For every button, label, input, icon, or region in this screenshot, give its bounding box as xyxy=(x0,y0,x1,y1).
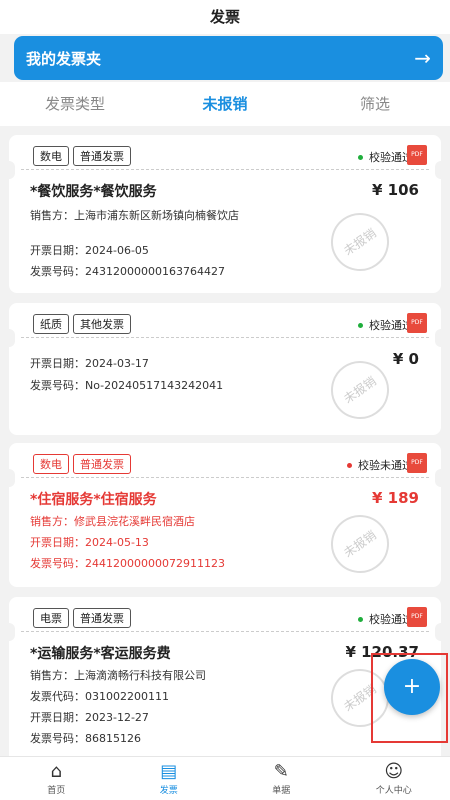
tab-unreimbursed[interactable]: 未报销 xyxy=(150,82,300,126)
invoice-icon: ▤ xyxy=(160,761,178,782)
invoice-card[interactable]: 数电 普通发票 校验通过 PDF *餐饮服务*餐饮服务 ¥ 106 销售方：上海… xyxy=(3,135,447,293)
pdf-icon[interactable]: PDF xyxy=(407,313,427,333)
card-notch xyxy=(3,329,15,347)
invoice-tag: 电票 xyxy=(33,608,69,628)
home-icon: ⌂ xyxy=(50,761,62,782)
tab-documents[interactable]: ✎ 单据 xyxy=(225,757,338,800)
pdf-icon[interactable]: PDF xyxy=(407,453,427,473)
number-line: 发票号码：24312000000163764427 xyxy=(30,265,225,278)
status-dot-icon xyxy=(358,616,363,622)
invoice-amount: ¥ 0 xyxy=(392,350,419,368)
tab-label: 单据 xyxy=(272,786,291,796)
status-badge: 校验通过 xyxy=(358,149,413,165)
number-line: 发票号码：86815126 xyxy=(30,732,141,745)
my-invoice-folder-button[interactable]: 我的发票夹 → xyxy=(14,36,443,80)
invoice-card[interactable]: 纸质 其他发票 校验通过 PDF ¥ 0 开票日期：2024-03-17 发票号… xyxy=(3,303,447,435)
status-dot-icon xyxy=(358,322,363,328)
number-line: 发票号码：24412000000072911123 xyxy=(30,557,225,570)
number-line: 发票号码：No-20240517143242041 xyxy=(30,379,224,392)
tab-profile[interactable]: ☺ 个人中心 xyxy=(338,757,450,800)
status-dot-icon xyxy=(347,462,352,468)
service-name: *餐饮服务*餐饮服务 xyxy=(30,184,157,200)
card-divider xyxy=(21,477,429,478)
unreimbursed-stamp: 未报销 xyxy=(319,201,401,283)
service-name: *运输服务*客运服务费 xyxy=(30,646,171,662)
status-badge: 校验未通过 xyxy=(347,457,413,473)
person-icon: ☺ xyxy=(384,761,404,782)
tab-label: 发票 xyxy=(159,786,178,796)
card-notch xyxy=(435,469,447,487)
invoice-amount: ¥ 106 xyxy=(372,181,419,199)
card-divider xyxy=(21,169,429,170)
pdf-icon[interactable]: PDF xyxy=(407,145,427,165)
code-line: 发票代码：031002200111 xyxy=(30,690,169,703)
invoice-tag: 普通发票 xyxy=(73,454,131,474)
add-invoice-button[interactable]: + xyxy=(384,659,440,715)
seller-line: 销售方：修武县浣花溪畔民宿酒店 xyxy=(30,515,195,528)
tab-label: 个人中心 xyxy=(375,786,412,796)
seller-line: 销售方：上海滴滴畅行科技有限公司 xyxy=(30,669,206,682)
card-notch xyxy=(3,623,15,641)
card-notch xyxy=(435,161,447,179)
date-line: 开票日期：2023-12-27 xyxy=(30,711,149,724)
document-icon: ✎ xyxy=(273,761,289,782)
invoice-amount: ¥ 189 xyxy=(372,489,419,507)
status-dot-icon xyxy=(358,154,363,160)
invoice-tag: 普通发票 xyxy=(73,608,131,628)
bottom-tab-bar: ⌂ 首页 ▤ 发票 ✎ 单据 ☺ 个人中心 xyxy=(0,756,450,800)
card-notch xyxy=(3,469,15,487)
invoice-tag: 数电 xyxy=(33,146,69,166)
filter-tabs: 发票类型 未报销 筛选 xyxy=(0,82,450,126)
card-divider xyxy=(21,337,429,338)
page-title: 发票 xyxy=(209,8,240,26)
tab-label: 首页 xyxy=(47,786,66,796)
card-notch xyxy=(435,623,447,641)
tab-invoice-type[interactable]: 发票类型 xyxy=(0,82,150,126)
date-line: 开票日期：2024-06-05 xyxy=(30,244,149,257)
service-name: *住宿服务*住宿服务 xyxy=(30,492,157,508)
card-notch xyxy=(3,161,15,179)
arrow-right-icon: → xyxy=(414,46,431,70)
top-bar: 发票 xyxy=(0,0,450,34)
invoice-tag: 数电 xyxy=(33,454,69,474)
status-badge: 校验通过 xyxy=(358,611,413,627)
seller-line: 销售方：上海市浦东新区新场镇向楠餐饮店 xyxy=(30,209,239,222)
card-notch xyxy=(435,329,447,347)
card-divider xyxy=(21,631,429,632)
invoice-tag: 纸质 xyxy=(33,314,69,334)
folder-label: 我的发票夹 xyxy=(26,49,102,68)
pdf-icon[interactable]: PDF xyxy=(407,607,427,627)
invoice-tag: 其他发票 xyxy=(73,314,131,334)
unreimbursed-stamp: 未报销 xyxy=(319,503,401,585)
date-line: 开票日期：2024-03-17 xyxy=(30,357,149,370)
date-line: 开票日期：2024-05-13 xyxy=(30,536,149,549)
status-badge: 校验通过 xyxy=(358,317,413,333)
tab-invoice[interactable]: ▤ 发票 xyxy=(113,757,226,800)
tab-home[interactable]: ⌂ 首页 xyxy=(0,757,113,800)
invoice-card[interactable]: 数电 普通发票 校验未通过 PDF *住宿服务*住宿服务 ¥ 189 销售方：修… xyxy=(3,443,447,587)
invoice-tag: 普通发票 xyxy=(73,146,131,166)
tab-filter[interactable]: 筛选 xyxy=(300,82,450,126)
unreimbursed-stamp: 未报销 xyxy=(319,349,401,431)
